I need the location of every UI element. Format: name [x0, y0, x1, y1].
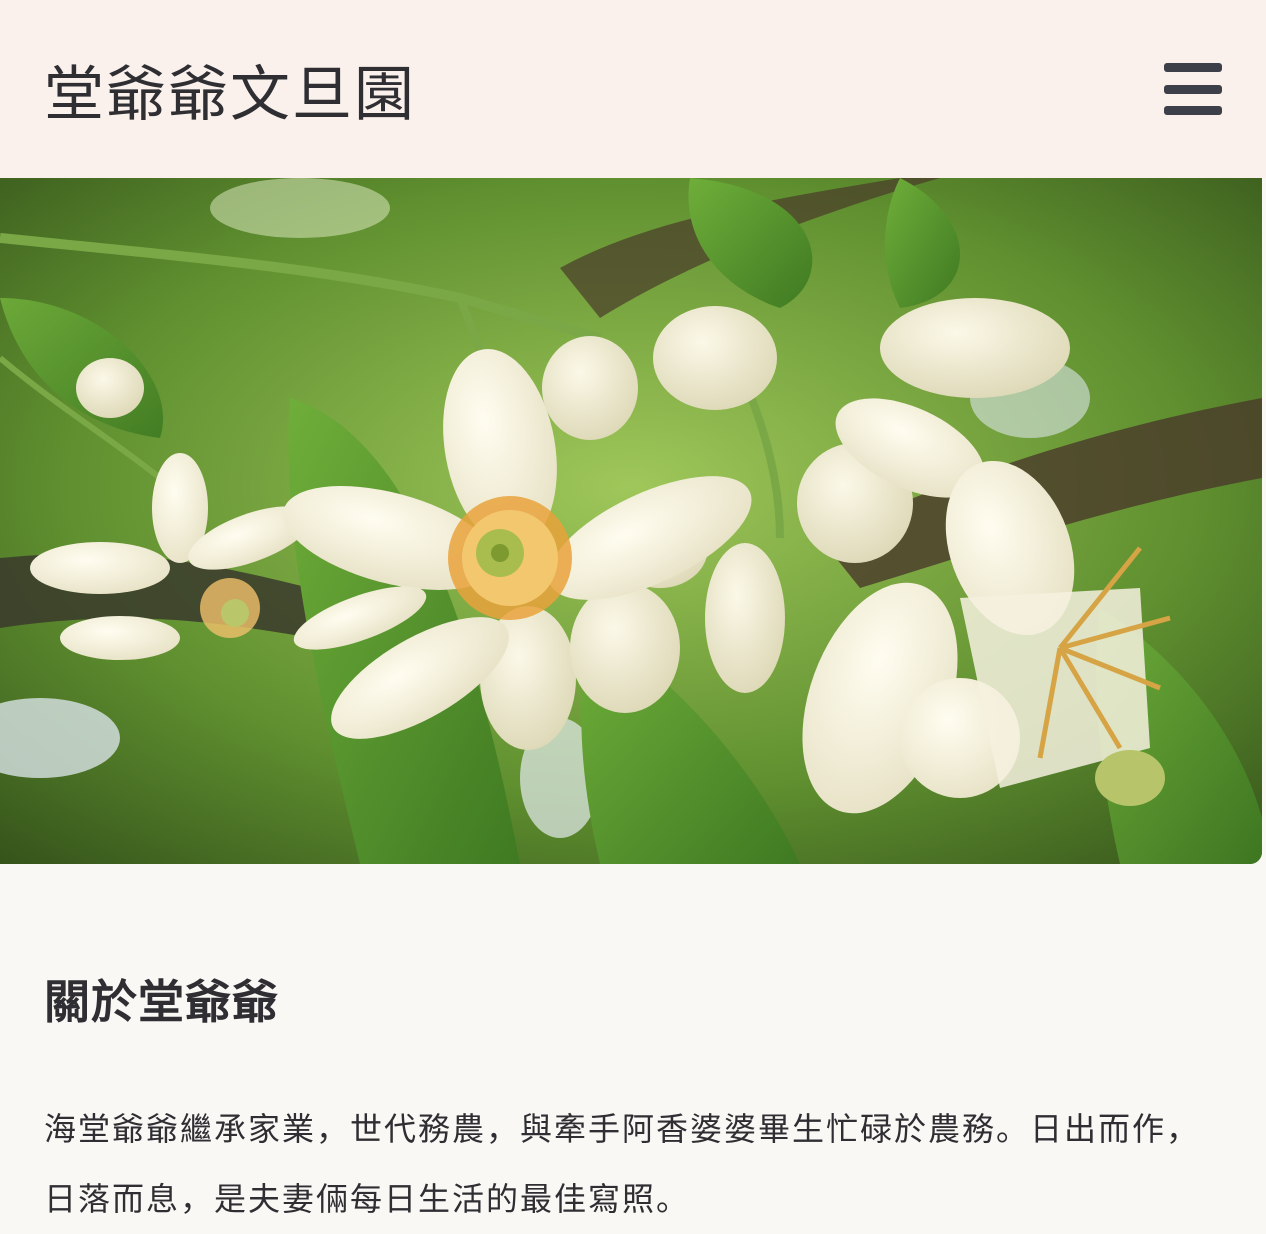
hamburger-menu-icon[interactable] [1164, 63, 1222, 115]
about-body: 海堂爺爺繼承家業，世代務農，與牽手阿香婆婆畢生忙碌於農務。日出而作，日落而息，是… [44, 1110, 1201, 1218]
menu-bar [1164, 84, 1222, 94]
pomelo-blossom-photo [0, 178, 1262, 864]
hero-image [0, 178, 1262, 864]
site-header: 堂爺爺文旦園 [0, 0, 1266, 178]
menu-bar [1164, 106, 1222, 115]
about-section: 關於堂爺爺 海堂爺爺繼承家業，世代務農，與牽手阿香婆婆畢生忙碌於農務。日出而作，… [0, 966, 1266, 1234]
menu-bar [1164, 63, 1222, 72]
about-title: 關於堂爺爺 [44, 975, 279, 1029]
site-title[interactable]: 堂爺爺文旦園 [44, 46, 416, 133]
